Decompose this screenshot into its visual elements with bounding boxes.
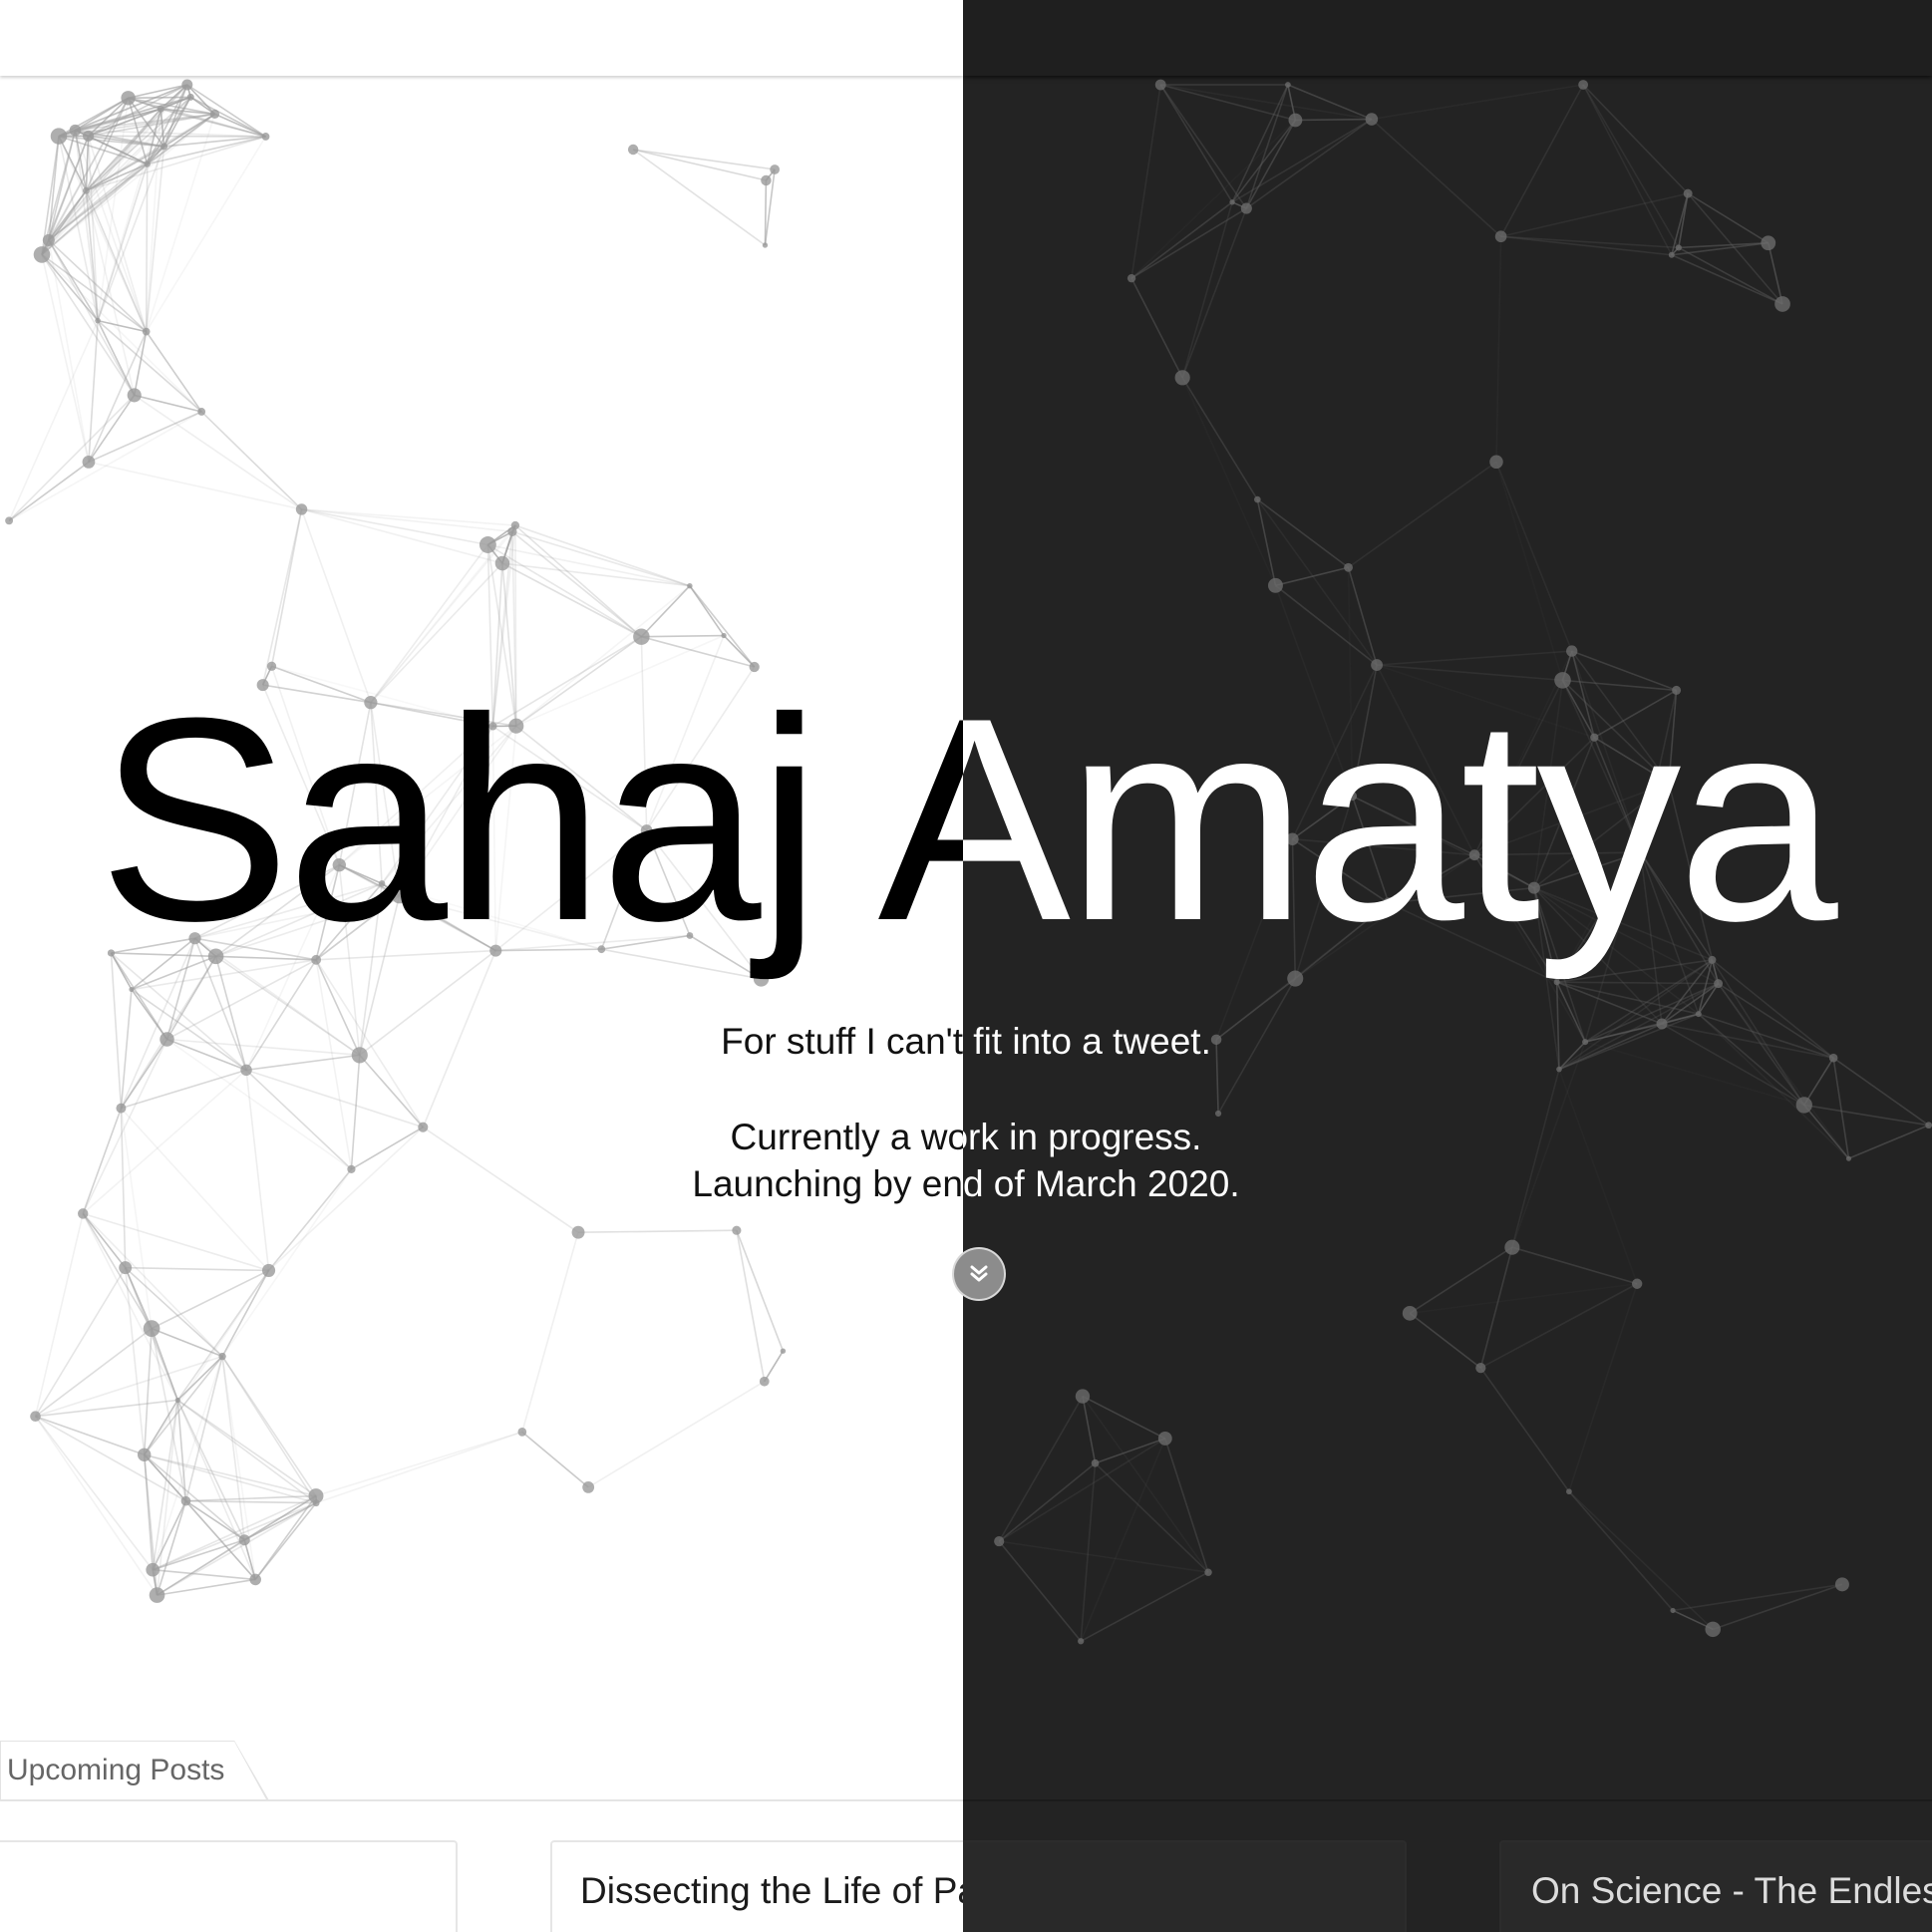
double-chevron-down-icon xyxy=(970,1265,988,1282)
site-title: Sahaj Amatya xyxy=(98,658,963,981)
scroll-down-button[interactable] xyxy=(954,1249,1004,1299)
post-card-title: Dissecting the Life of Pablo xyxy=(580,1870,963,1911)
status-line-1-dark: Currently a work in progress. xyxy=(963,1117,1202,1157)
post-card[interactable] xyxy=(0,1840,458,1932)
post-card-dark[interactable]: Dissecting the Life of Pablo xyxy=(963,1840,1407,1932)
status-line-2-dark: Launching by end of March 2020. xyxy=(963,1163,1240,1204)
site-tagline-dark: For stuff I can't fit into a tweet. xyxy=(963,1021,1211,1062)
status-line-2: Launching by end of March 2020. xyxy=(692,1163,963,1204)
post-card-title-dark: On Science - The Endles xyxy=(1531,1870,1932,1911)
page: Sahaj Amatya For stuff I can't fit into … xyxy=(0,0,1932,1932)
post-card-dark[interactable]: On Science - The Endles xyxy=(1499,1840,1932,1932)
upcoming-posts-tab[interactable]: Upcoming Posts xyxy=(0,1741,269,1800)
upcoming-posts-tab-label: Upcoming Posts xyxy=(7,1754,225,1786)
dark-theme-pane: Sahaj Amatya For stuff I can't fit into … xyxy=(963,0,1932,1932)
light-theme-pane: Sahaj Amatya For stuff I can't fit into … xyxy=(0,0,963,1932)
post-card[interactable]: Dissecting the Life of Pablo xyxy=(550,1840,963,1932)
site-title-dark: Sahaj Amatya xyxy=(963,658,1838,981)
section-divider-dark xyxy=(963,1799,1932,1801)
status-line-1: Currently a work in progress. xyxy=(730,1117,963,1157)
site-tagline: For stuff I can't fit into a tweet. xyxy=(721,1021,963,1062)
